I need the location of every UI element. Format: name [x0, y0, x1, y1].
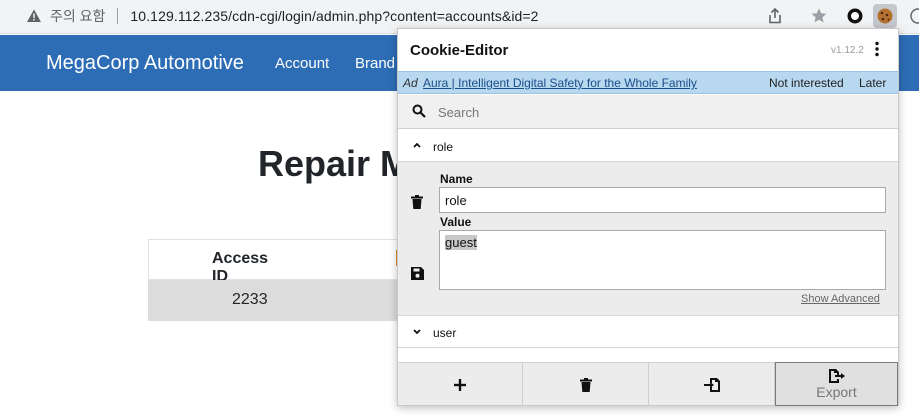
import-button[interactable] — [649, 363, 775, 406]
add-cookie-button[interactable] — [398, 363, 523, 406]
globe-icon[interactable] — [905, 6, 919, 26]
nav-link-brand[interactable]: Brand — [355, 55, 395, 72]
url-text[interactable]: 10.129.112.235/cdn-cgi/login/admin.php?c… — [130, 8, 538, 24]
cookie-name-field[interactable] — [439, 187, 886, 213]
ad-not-interested-button[interactable]: Not interested — [769, 76, 844, 90]
cookie-editor-popup: Cookie-Editor v1.12.2 Ad Aura | Intellig… — [397, 28, 899, 406]
chevron-up-icon — [413, 142, 421, 148]
popup-title: Cookie-Editor — [410, 42, 509, 59]
chevron-down-icon — [413, 329, 421, 335]
trash-icon — [579, 377, 592, 392]
ad-label: Ad — [403, 76, 418, 90]
table-row — [148, 280, 398, 321]
show-advanced-link[interactable]: Show Advanced — [801, 293, 880, 305]
bookmark-star-icon[interactable] — [809, 6, 829, 26]
popup-footer: Export — [398, 362, 898, 406]
search-input[interactable] — [438, 102, 878, 122]
more-menu-icon[interactable] — [874, 41, 882, 59]
table-cell-access-id: 2233 — [232, 291, 268, 308]
search-bar — [398, 95, 898, 129]
value-label: Value — [440, 215, 472, 229]
divider — [117, 8, 119, 24]
cookie-name: role — [433, 140, 454, 154]
cookie-editor-panel: Name Value guest Show Advanced — [398, 162, 898, 316]
delete-all-button[interactable] — [523, 363, 649, 406]
import-icon — [703, 377, 720, 392]
delete-cookie-icon[interactable] — [411, 195, 423, 209]
cookie-value-field[interactable]: guest — [439, 230, 886, 290]
security-status[interactable]: 주의 요함 — [50, 6, 105, 26]
export-label: Export — [816, 383, 857, 400]
page-title: Repair M — [258, 143, 411, 184]
cookie-header-user[interactable]: user — [398, 316, 898, 348]
ad-later-button[interactable]: Later — [859, 76, 886, 90]
save-cookie-icon[interactable] — [411, 267, 424, 280]
version-label: v1.12.2 — [831, 45, 864, 56]
export-icon — [828, 368, 845, 383]
extension-circle-icon[interactable] — [845, 6, 865, 26]
ad-banner: Ad Aura | Intelligent Digital Safety for… — [398, 71, 898, 94]
cookie-header-role[interactable]: role — [398, 130, 898, 162]
warning-icon — [27, 9, 41, 22]
share-icon[interactable] — [765, 6, 785, 26]
export-button[interactable]: Export — [775, 362, 898, 406]
ad-link[interactable]: Aura | Intelligent Digital Safety for th… — [423, 76, 697, 90]
table-header-row — [148, 239, 398, 280]
nav-link-account[interactable]: Account — [275, 55, 329, 72]
cookie-name: user — [433, 326, 457, 340]
site-brand[interactable]: MegaCorp Automotive — [46, 52, 244, 75]
cookie-value-text: guest — [445, 235, 477, 250]
search-icon — [412, 104, 426, 118]
plus-icon — [454, 378, 466, 391]
cookie-icon[interactable] — [873, 4, 897, 28]
name-label: Name — [440, 172, 473, 186]
address-bar[interactable]: 주의 요함 10.129.112.235/cdn-cgi/login/admin… — [16, 4, 849, 28]
